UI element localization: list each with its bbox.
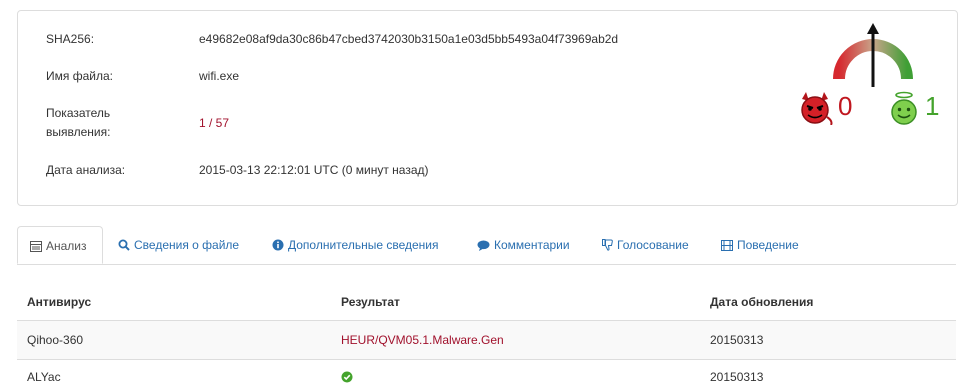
tab-additional-info-label: Дополнительные сведения [288,238,439,252]
tab-additional-info[interactable]: Дополнительные сведения [272,226,438,264]
tab-analysis-label: Анализ [46,239,87,253]
row-update-date: 20150313 [710,370,764,384]
row-result: HEUR/QVM05.1.Malware.Gen [341,333,504,347]
magnifier-icon [118,239,130,251]
info-circle-icon [272,239,284,251]
filename-label: Имя файла: [46,69,113,83]
row-divider [17,359,956,360]
column-header-result: Результат [341,295,400,309]
tab-comments[interactable]: Комментарии [477,226,570,264]
community-votes: 0 1 [797,89,957,129]
report-tabs: Анализ Сведения о файле Дополнительные с… [17,226,956,265]
devil-face-icon[interactable] [797,91,833,125]
detection-label-line1: Показатель [46,106,111,120]
check-circle-icon [341,371,353,383]
column-header-antivirus: Антивирус [27,295,92,309]
table-list-icon [30,241,42,252]
row-antivirus: ALYac [27,370,61,384]
row-antivirus: Qihoo-360 [27,333,84,347]
tab-analysis[interactable]: Анализ [17,226,103,264]
tab-voting-label: Голосование [617,238,689,252]
analysis-date-label: Дата анализа: [46,163,126,177]
row-update-date: 20150313 [710,333,764,347]
column-header-update-date: Дата обновления [710,295,814,309]
needle-gauge-icon [833,23,913,87]
filename-value: wifi.exe [199,69,240,83]
file-summary-card: SHA256: e49682e08af9da30c86b47cbed374203… [17,10,958,206]
tab-file-details[interactable]: Сведения о файле [118,226,239,264]
film-strip-icon [721,240,733,251]
tab-behavior[interactable]: Поведение [721,226,799,264]
tab-comments-label: Комментарии [494,238,570,252]
sha256-value: e49682e08af9da30c86b47cbed3742030b3150a1… [199,32,619,46]
tab-behavior-label: Поведение [737,238,799,252]
detection-label-line2: выявления: [46,125,111,139]
tab-voting[interactable]: Голосование [602,226,689,264]
tab-file-details-label: Сведения о файле [134,238,240,252]
harmless-vote-count: 1 [925,91,940,121]
detection-ratio: 1 / 57 [199,116,230,130]
thumbs-down-icon [602,239,613,251]
sha256-label: SHA256: [46,32,95,46]
malicious-vote-count: 0 [838,91,853,121]
speech-bubble-icon [477,240,490,251]
angel-smiley-icon[interactable] [887,91,921,127]
analysis-date-value: 2015-03-13 22:12:01 UTC (0 минут назад) [199,163,429,177]
